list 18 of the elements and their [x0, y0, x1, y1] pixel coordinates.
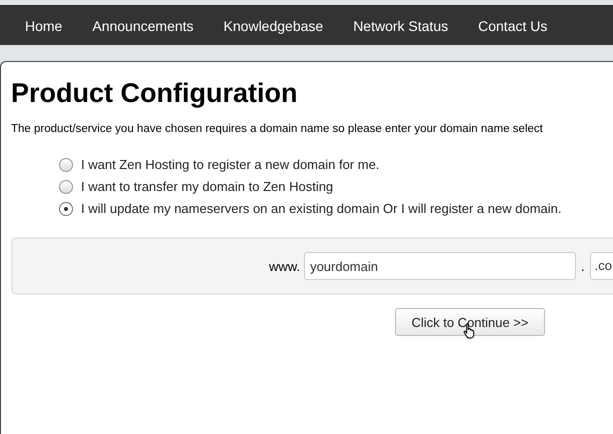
nav-link[interactable]: Contact Us — [478, 18, 548, 34]
option-label: I will update my nameservers on an existing domain Or I will register a new domain. — [81, 201, 562, 216]
page-title: Product Configuration — [11, 78, 298, 109]
radio-button[interactable] — [59, 180, 73, 194]
domain-prefix: www. — [269, 258, 300, 274]
domain-input[interactable]: yourdomain — [304, 252, 576, 280]
nav-link[interactable]: Network Status — [353, 18, 448, 34]
intro-text: The product/service you have chosen requires a domain name so please enter your domain name select — [11, 123, 543, 135]
radio-button[interactable] — [59, 158, 73, 172]
continue-button[interactable]: Click to Continue >> — [395, 308, 545, 336]
nav-link[interactable]: Home — [25, 18, 62, 34]
nav-link[interactable]: Announcements — [92, 18, 194, 34]
option-label: I want to transfer my domain to Zen Hosting — [81, 179, 334, 194]
tld-field[interactable]: .co — [590, 252, 613, 280]
nav-link[interactable]: Knowledgebase — [224, 18, 324, 34]
radio-button[interactable] — [59, 202, 73, 216]
option-label: I want Zen Hosting to register a new domain for me. — [81, 157, 380, 172]
domain-separator: . — [580, 258, 585, 274]
